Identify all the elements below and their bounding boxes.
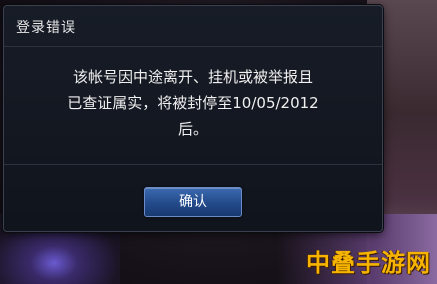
error-message-line: 后。 (177, 120, 208, 138)
dialog-title: 登录错误 (16, 20, 76, 36)
site-watermark-logo: 中叠手游网 (306, 249, 431, 277)
login-error-dialog: 登录错误 该帐号因中途离开、挂机或被举报且 已查证属实，将被封停至10/05/2… (3, 5, 383, 232)
error-message-line: 该帐号因中途离开、挂机或被举报且 (72, 68, 313, 86)
footer-divider (4, 164, 382, 165)
error-message: 该帐号因中途离开、挂机或被举报且 已查证属实，将被封停至10/05/2012 后… (24, 64, 362, 142)
title-divider (4, 46, 382, 47)
dialog-titlebar: 登录错误 (4, 6, 382, 44)
error-message-line: 已查证属实，将被封停至10/05/2012 (67, 94, 319, 112)
confirm-button[interactable]: 确认 (144, 187, 242, 217)
